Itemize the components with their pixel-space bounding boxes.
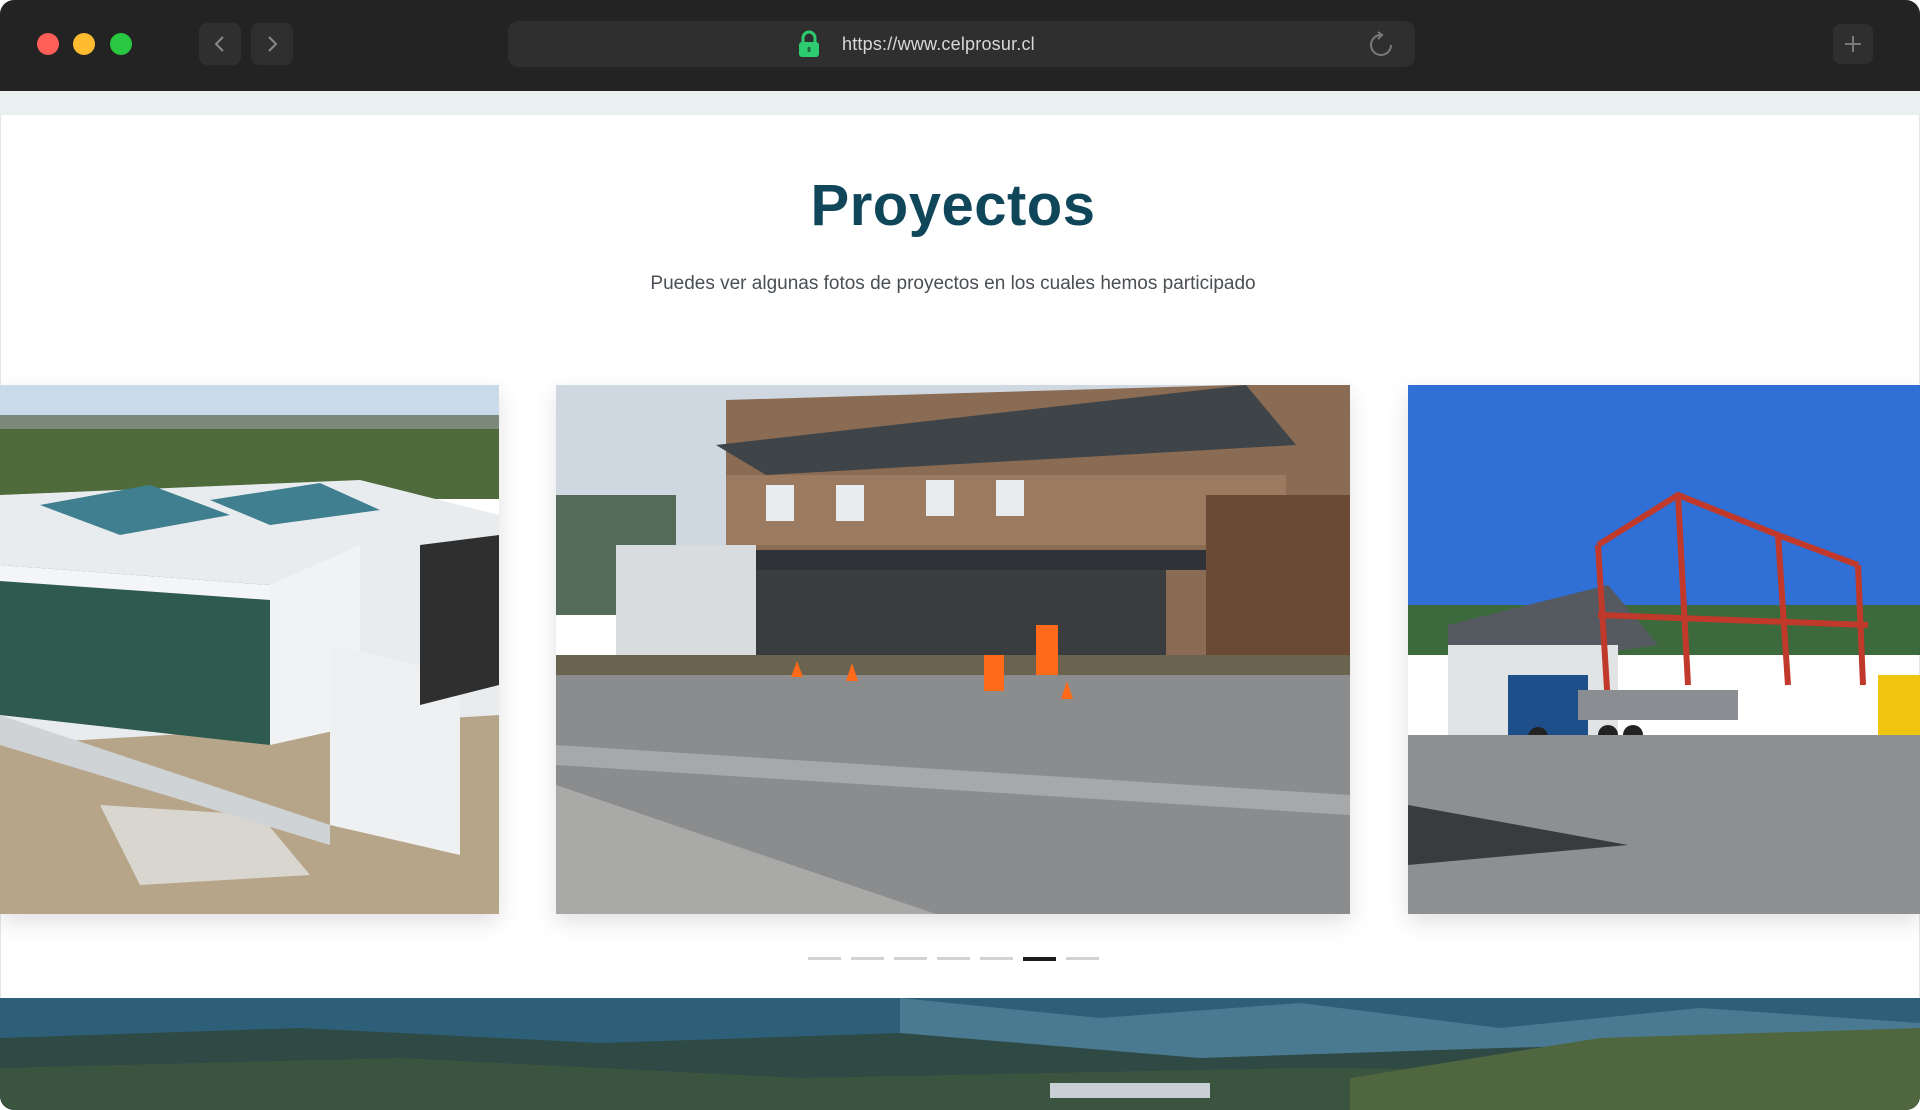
carousel-slide-previous[interactable] (0, 385, 499, 914)
lock-icon (799, 30, 819, 57)
carousel-slide-current[interactable] (556, 385, 1350, 914)
forward-button[interactable] (251, 23, 293, 65)
section-subtitle: Puedes ver algunas fotos de proyectos en… (650, 273, 1256, 294)
carousel-dot-5[interactable] (980, 957, 1013, 960)
project-photo-steel-structure (1408, 385, 1920, 914)
landscape-photo (0, 998, 1920, 1110)
carousel-dot-7[interactable] (1066, 957, 1099, 960)
address-bar[interactable]: https://www.celprosur.cl (508, 21, 1415, 67)
back-button[interactable] (199, 23, 241, 65)
carousel-dot-4[interactable] (937, 957, 970, 960)
plus-icon (1845, 36, 1861, 52)
landscape-banner (0, 998, 1920, 1110)
url-text[interactable]: https://www.celprosur.cl (842, 34, 1035, 55)
carousel-dot-1[interactable] (808, 957, 841, 960)
browser-toolbar: https://www.celprosur.cl (0, 0, 1920, 91)
close-window-button[interactable] (37, 33, 59, 55)
carousel-pagination (808, 957, 1099, 961)
project-photo-building (0, 385, 499, 914)
chevron-left-icon (214, 36, 224, 52)
minimize-window-button[interactable] (73, 33, 95, 55)
carousel-slide-next[interactable] (1408, 385, 1920, 914)
project-photo-street-works (556, 385, 1350, 914)
section-title: Proyectos (810, 173, 1096, 238)
browser-window: https://www.celprosur.cl Proyectos Puede… (0, 0, 1920, 1110)
carousel-dot-3[interactable] (894, 957, 927, 960)
reload-icon[interactable] (1367, 31, 1395, 59)
new-tab-button[interactable] (1833, 24, 1873, 64)
carousel-dot-2[interactable] (851, 957, 884, 960)
maximize-window-button[interactable] (110, 33, 132, 55)
carousel-dot-6[interactable] (1023, 957, 1056, 961)
header-strip (0, 91, 1920, 115)
chevron-right-icon (268, 36, 278, 52)
